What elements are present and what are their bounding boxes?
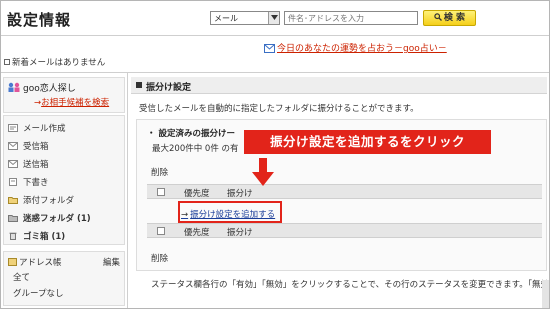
select-all-checkbox-top[interactable] — [157, 188, 165, 196]
folder-item-spam[interactable]: 迷惑フォルダ (1) — [8, 212, 91, 226]
saved-rules-count: 最大200件中 0件 の有 — [152, 144, 239, 154]
folder-item-drafts[interactable]: 下書き — [8, 176, 49, 190]
add-link-highlight — [178, 201, 282, 223]
draft-icon — [9, 178, 17, 186]
goo-promo-box: goo恋人探し →お相手候補を検索 — [3, 77, 125, 113]
col-sort[interactable]: 振分け — [227, 226, 253, 238]
goo-promo-link[interactable]: →お相手候補を検索 — [34, 96, 109, 108]
goo-promo-title-text: goo恋人探し — [23, 84, 76, 94]
search-icon — [434, 12, 442, 26]
address-book-panel: アドレス帳 編集 全て グループなし — [3, 251, 125, 306]
address-group-none[interactable]: グループなし — [13, 287, 64, 299]
address-book-label: アドレス帳 — [19, 258, 62, 268]
fortune-link-text: 今日のあなたの運勢を占おう－goo占い－ — [277, 44, 447, 54]
delete-button-top[interactable]: 削除 — [151, 166, 168, 178]
address-edit-link[interactable]: 編集 — [103, 256, 120, 268]
search-scope-value: メール — [214, 14, 238, 23]
trash-icon — [9, 232, 17, 240]
square-bullet-icon — [136, 82, 142, 88]
folder-item-trash[interactable]: ゴミ箱 (1) — [8, 230, 65, 244]
col-sort[interactable]: 振分け — [227, 187, 253, 199]
attachment-folder-icon — [8, 197, 18, 204]
delete-button-bottom[interactable]: 削除 — [151, 252, 168, 264]
folder-item-attachments[interactable]: 添付フォルダ — [8, 194, 74, 208]
scrollbar[interactable] — [542, 280, 549, 308]
fortune-link[interactable]: 今日のあなたの運勢を占おう－goo占い－ — [264, 41, 447, 56]
page-title: 設定情報 — [7, 11, 72, 29]
folder-item-inbox[interactable]: 受信箱 — [8, 140, 49, 154]
folder-label: 迷惑フォルダ (1) — [23, 214, 91, 224]
section-description: 受信したメールを自動的に指定したフォルダに振分けることができます。 — [139, 104, 419, 114]
outbox-icon — [8, 160, 18, 168]
table-header-bottom: 優先度 振分け — [147, 223, 542, 238]
col-priority[interactable]: 優先度 — [184, 226, 210, 238]
spam-folder-icon — [8, 215, 18, 222]
mail-envelope-icon — [264, 44, 275, 56]
goo-promo-title: goo恋人探し — [7, 81, 76, 94]
people-icon — [8, 82, 20, 92]
folder-label: 受信箱 — [23, 142, 49, 152]
inbox-icon — [8, 142, 18, 150]
folder-label: 添付フォルダ — [23, 196, 75, 206]
mail-status: 新着メールはありません — [4, 56, 105, 68]
chevron-down-icon[interactable] — [268, 12, 279, 24]
folder-list: メール作成 受信箱 送信箱 下書き 添付フォルダ 迷惑フォルダ (1) ゴミ箱 … — [3, 115, 125, 245]
search-scope-select[interactable]: メール — [210, 11, 280, 25]
folder-label: ゴミ箱 (1) — [23, 232, 66, 242]
search-input[interactable] — [284, 11, 418, 25]
col-priority[interactable]: 優先度 — [184, 187, 210, 199]
address-group-all[interactable]: 全て — [13, 271, 30, 283]
folder-label: メール作成 — [23, 124, 66, 134]
saved-rules-title: ・ 設定済みの振分けー — [147, 129, 235, 139]
status-note: ステータス欄各行の「有効」「無効」をクリックすることで、その行のステータスを変更… — [151, 280, 550, 290]
mail-status-text: 新着メールはありません — [12, 58, 106, 68]
folder-label: 下書き — [23, 178, 49, 188]
section-title: 振分け設定 — [146, 83, 192, 93]
compose-icon — [8, 124, 18, 132]
main-content: 振分け設定 受信したメールを自動的に指定したフォルダに振分けることができます。 … — [131, 73, 550, 309]
table-header-top: 優先度 振分け — [147, 184, 542, 199]
section-header: 振分け設定 — [131, 77, 547, 94]
select-all-checkbox-bottom[interactable] — [157, 227, 165, 235]
goo-promo-link-text: お相手候補を検索 — [41, 98, 110, 108]
search-button-label: 検 索 — [443, 13, 466, 23]
mail-status-icon — [4, 59, 10, 65]
folder-label: 送信箱 — [23, 160, 49, 170]
address-book-header[interactable]: アドレス帳 — [8, 256, 62, 268]
header-bar: 設定情報 メール 検 索 — [0, 0, 550, 36]
arrow-down-icon — [252, 158, 274, 186]
folder-item-outbox[interactable]: 送信箱 — [8, 158, 49, 172]
instruction-callout: 振分け設定を追加するをクリック — [244, 130, 491, 154]
folder-item-compose[interactable]: メール作成 — [8, 122, 66, 136]
address-book-icon — [8, 258, 17, 266]
search-button[interactable]: 検 索 — [423, 10, 476, 26]
sidebar: goo恋人探し →お相手候補を検索 メール作成 受信箱 送信箱 下書き 添付フォ… — [0, 73, 128, 309]
